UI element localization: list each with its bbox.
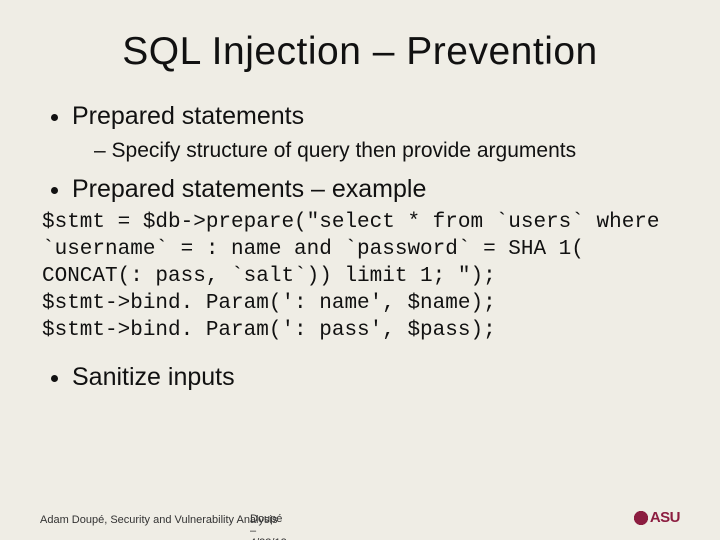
bullet-prepared-statements: Prepared statements Specify structure of… (72, 102, 680, 165)
sunburst-icon (634, 511, 648, 525)
bullet-prepared-example: Prepared statements – example (72, 175, 680, 204)
bullet-text: Prepared statements (72, 102, 304, 130)
sub-bullet-list: Specify structure of query then provide … (72, 137, 680, 165)
bullet-sanitize: Sanitize inputs (72, 363, 680, 392)
slide: SQL Injection – Prevention Prepared stat… (0, 0, 720, 540)
bullet-list-2: Sanitize inputs (48, 363, 680, 392)
footer-author: Adam Doupé, Security and Vulnerability A… (40, 514, 277, 526)
asu-logo: ASU (634, 509, 680, 526)
slide-title: SQL Injection – Prevention (40, 30, 680, 74)
bullet-list: Prepared statements Specify structure of… (48, 102, 680, 204)
footer-date-overlay: Doupé – 4/23/12 (250, 513, 287, 540)
sub-bullet-specify: Specify structure of query then provide … (94, 137, 680, 165)
code-block: $stmt = $db->prepare("select * from `use… (42, 210, 680, 344)
footer-author-text: Adam Doupé, Security and Vulnerability A… (40, 514, 277, 526)
logo-text: ASU (650, 509, 680, 526)
footer: Adam Doupé, Security and Vulnerability A… (40, 509, 680, 526)
